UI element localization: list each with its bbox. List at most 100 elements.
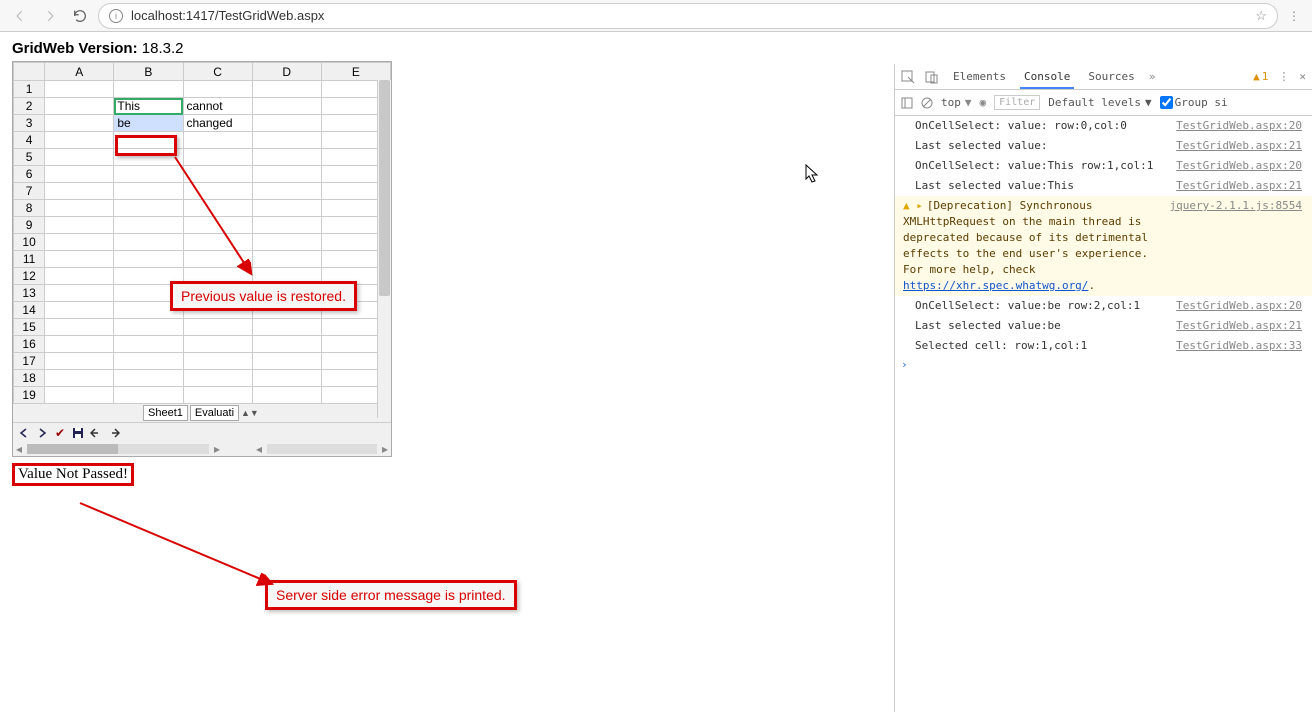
col-header[interactable]: C bbox=[183, 63, 252, 81]
cell[interactable] bbox=[45, 370, 114, 387]
cell[interactable] bbox=[183, 336, 252, 353]
row-header[interactable]: 10 bbox=[14, 234, 45, 251]
col-header[interactable]: A bbox=[45, 63, 114, 81]
live-expr-icon[interactable]: ◉ bbox=[980, 96, 987, 109]
cell[interactable] bbox=[45, 268, 114, 285]
cell[interactable] bbox=[183, 81, 252, 98]
settings-icon[interactable]: ⋮ bbox=[1278, 70, 1289, 83]
cell[interactable] bbox=[45, 183, 114, 200]
log-source-link[interactable]: TestGridWeb.aspx:20 bbox=[1170, 158, 1302, 174]
tab-scroll-icon[interactable]: ▲▼ bbox=[241, 408, 259, 418]
cell[interactable] bbox=[45, 319, 114, 336]
log-source-link[interactable]: TestGridWeb.aspx:33 bbox=[1170, 338, 1302, 354]
row-header[interactable]: 6 bbox=[14, 166, 45, 183]
inspect-icon[interactable] bbox=[901, 70, 915, 84]
cell[interactable] bbox=[45, 115, 114, 132]
cell[interactable] bbox=[114, 81, 183, 98]
cell[interactable] bbox=[252, 132, 321, 149]
cell[interactable] bbox=[114, 319, 183, 336]
undo-icon[interactable] bbox=[89, 426, 103, 440]
cell[interactable] bbox=[45, 251, 114, 268]
cell[interactable] bbox=[252, 98, 321, 115]
cell[interactable] bbox=[45, 217, 114, 234]
log-source-link[interactable]: TestGridWeb.aspx:20 bbox=[1170, 298, 1302, 314]
cell[interactable] bbox=[183, 387, 252, 404]
log-source-link[interactable]: TestGridWeb.aspx:21 bbox=[1170, 178, 1302, 194]
tab-elements[interactable]: Elements bbox=[949, 65, 1010, 89]
log-source-link[interactable]: TestGridWeb.aspx:21 bbox=[1170, 138, 1302, 154]
warning-link[interactable]: https://xhr.spec.whatwg.org/ bbox=[903, 279, 1088, 292]
context-selector[interactable]: top ▼ bbox=[941, 96, 972, 109]
cell[interactable] bbox=[252, 387, 321, 404]
cell[interactable] bbox=[183, 353, 252, 370]
clear-console-icon[interactable] bbox=[921, 97, 933, 109]
cell[interactable] bbox=[252, 319, 321, 336]
devtools-close-icon[interactable]: ✕ bbox=[1299, 70, 1306, 83]
row-header[interactable]: 16 bbox=[14, 336, 45, 353]
cell[interactable]: cannot bbox=[183, 98, 252, 115]
cell[interactable] bbox=[114, 336, 183, 353]
cell[interactable] bbox=[45, 149, 114, 166]
col-header[interactable]: D bbox=[252, 63, 321, 81]
console-sidebar-toggle-icon[interactable] bbox=[901, 97, 913, 109]
cell[interactable] bbox=[45, 166, 114, 183]
row-header[interactable]: 3 bbox=[14, 115, 45, 132]
forward-button[interactable] bbox=[38, 4, 62, 28]
bookmark-star-icon[interactable]: ☆ bbox=[1255, 8, 1267, 24]
vertical-scrollbar[interactable] bbox=[377, 80, 391, 418]
cell[interactable] bbox=[45, 81, 114, 98]
row-header[interactable]: 2 bbox=[14, 98, 45, 115]
cell[interactable] bbox=[114, 387, 183, 404]
cell[interactable] bbox=[45, 302, 114, 319]
horizontal-scrollbar[interactable]: ◂ ▸ ◂ ▸ bbox=[13, 442, 391, 456]
cell[interactable] bbox=[252, 81, 321, 98]
group-similar-checkbox[interactable]: Group si bbox=[1160, 96, 1228, 109]
log-source-link[interactable]: jquery-2.1.1.js:8554 bbox=[1164, 198, 1302, 294]
cell[interactable]: changed bbox=[183, 115, 252, 132]
cell[interactable] bbox=[45, 234, 114, 251]
row-header[interactable]: 14 bbox=[14, 302, 45, 319]
row-header[interactable]: 11 bbox=[14, 251, 45, 268]
cell[interactable]: This bbox=[114, 98, 183, 115]
console-prompt[interactable]: › bbox=[895, 356, 1312, 373]
reload-button[interactable] bbox=[68, 4, 92, 28]
save-icon[interactable] bbox=[71, 426, 85, 440]
url-bar[interactable]: i localhost:1417/TestGridWeb.aspx ☆ bbox=[98, 3, 1278, 29]
cell[interactable] bbox=[45, 285, 114, 302]
levels-selector[interactable]: Default levels ▼ bbox=[1048, 96, 1151, 109]
row-header[interactable]: 9 bbox=[14, 217, 45, 234]
nav-prev-icon[interactable] bbox=[17, 426, 31, 440]
accept-icon[interactable]: ✔ bbox=[53, 426, 67, 440]
browser-menu-button[interactable]: ⋮ bbox=[1284, 9, 1304, 23]
cell[interactable] bbox=[252, 370, 321, 387]
row-header[interactable]: 18 bbox=[14, 370, 45, 387]
cell[interactable] bbox=[45, 200, 114, 217]
tab-console[interactable]: Console bbox=[1020, 65, 1074, 89]
device-toggle-icon[interactable] bbox=[925, 70, 939, 84]
cell[interactable] bbox=[252, 336, 321, 353]
sheet-tab[interactable]: Sheet1 bbox=[143, 405, 188, 421]
log-source-link[interactable]: TestGridWeb.aspx:20 bbox=[1170, 118, 1302, 134]
cell[interactable] bbox=[45, 98, 114, 115]
row-header[interactable]: 4 bbox=[14, 132, 45, 149]
warning-count[interactable]: ▲ 1 bbox=[1253, 70, 1268, 83]
col-header[interactable]: B bbox=[114, 63, 183, 81]
sheet-tab[interactable]: Evaluati bbox=[190, 405, 239, 421]
cell[interactable] bbox=[45, 132, 114, 149]
cell[interactable] bbox=[45, 387, 114, 404]
redo-icon[interactable] bbox=[107, 426, 121, 440]
row-header[interactable]: 12 bbox=[14, 268, 45, 285]
filter-input[interactable]: Filter bbox=[994, 95, 1040, 110]
row-header[interactable]: 8 bbox=[14, 200, 45, 217]
cell[interactable] bbox=[252, 353, 321, 370]
cell[interactable] bbox=[114, 353, 183, 370]
cell[interactable] bbox=[183, 132, 252, 149]
corner-cell[interactable] bbox=[14, 63, 45, 81]
tab-sources[interactable]: Sources bbox=[1084, 65, 1138, 89]
log-source-link[interactable]: TestGridWeb.aspx:21 bbox=[1170, 318, 1302, 334]
cell[interactable] bbox=[252, 115, 321, 132]
cell[interactable] bbox=[183, 319, 252, 336]
nav-next-icon[interactable] bbox=[35, 426, 49, 440]
row-header[interactable]: 19 bbox=[14, 387, 45, 404]
cell[interactable] bbox=[45, 353, 114, 370]
